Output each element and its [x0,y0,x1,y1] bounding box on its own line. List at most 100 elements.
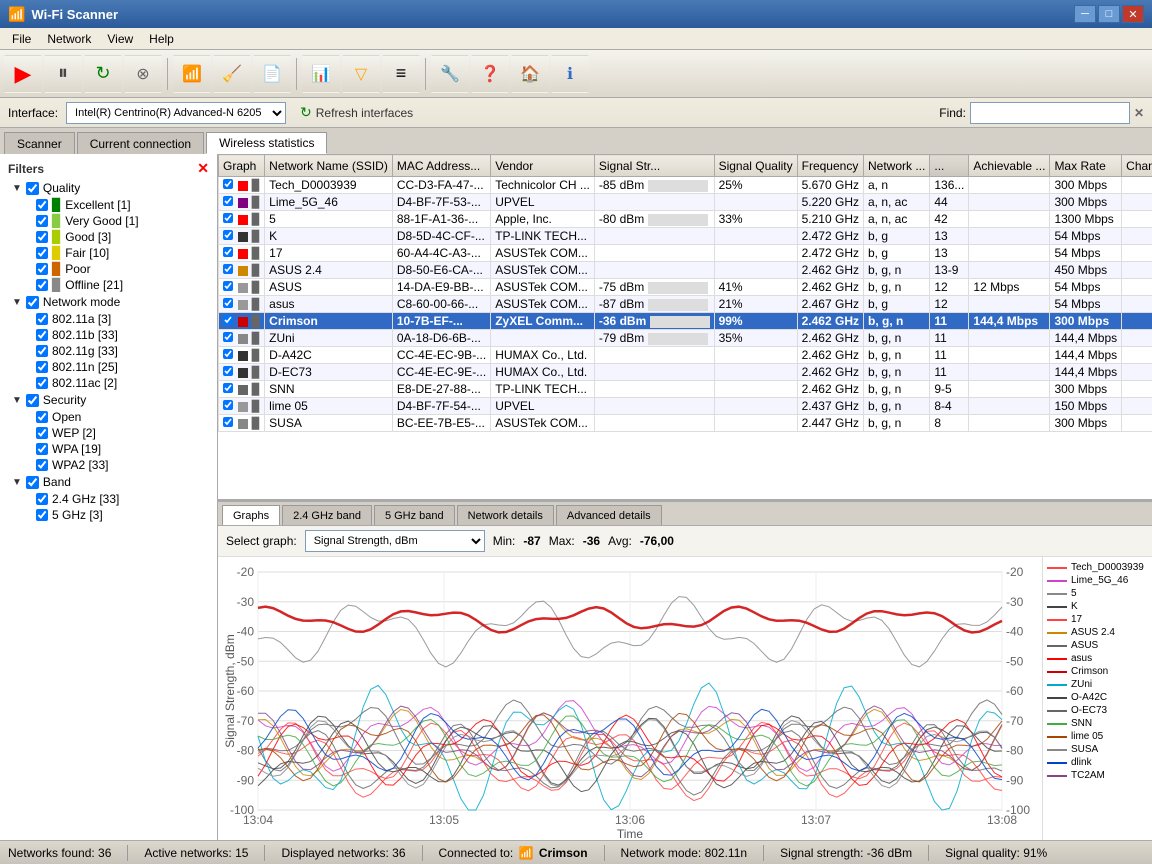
mode-n-checkbox[interactable] [36,361,48,373]
status-bar: Networks found: 36 Active networks: 15 D… [0,840,1152,864]
table-row[interactable]: ▉ ASUS 14-DA-E9-BB-... ASUSTek COM... -7… [219,279,1152,296]
find-clear-button[interactable]: ✕ [1134,106,1144,120]
tab-scanner[interactable]: Scanner [4,132,75,154]
col-channel[interactable]: Chan [1122,155,1152,177]
table-row[interactable]: ▉ ZUni 0A-18-D6-6B-... -79 dBm 35% 2.462… [219,330,1152,347]
table-row[interactable]: ▉ D-A42C CC-4E-EC-9B-... HUMAX Co., Ltd.… [219,347,1152,364]
mode-b-checkbox[interactable] [36,329,48,341]
menu-network[interactable]: Network [39,30,99,48]
col-network-mode[interactable]: Network ... [864,155,930,177]
signal-strength-button[interactable]: 📶 [173,55,211,93]
filter-close-button[interactable]: ✕ [197,160,209,177]
fair-checkbox[interactable] [36,247,48,259]
cell-channel [1122,245,1152,262]
table-row[interactable]: ▉ asus C8-60-00-66-... ASUSTek COM... -8… [219,296,1152,313]
cell-col8: 44 [930,194,969,211]
data-table[interactable]: Graph Network Name (SSID) MAC Address...… [218,154,1152,500]
cell-achievable [969,262,1050,279]
close-button[interactable]: ✕ [1122,5,1144,23]
col-signal-quality[interactable]: Signal Quality [714,155,797,177]
table-row[interactable]: ▉ K D8-5D-4C-CF-... TP-LINK TECH... 2.47… [219,228,1152,245]
mode-ac-checkbox[interactable] [36,377,48,389]
col-vendor[interactable]: Vendor [491,155,595,177]
menu-view[interactable]: View [99,30,141,48]
stop-button[interactable]: ⊗ [124,55,162,93]
col-signal-str[interactable]: Signal Str... [594,155,714,177]
mode-a-checkbox[interactable] [36,313,48,325]
table-row[interactable]: ▉ lime 05 D4-BF-7F-54-... UPVEL 2.437 GH… [219,398,1152,415]
offline-checkbox[interactable] [36,279,48,291]
col-sort[interactable]: ... [930,155,969,177]
list-button[interactable]: ≡ [382,55,420,93]
maximize-button[interactable]: □ [1098,5,1120,23]
graph-tab-graphs[interactable]: Graphs [222,505,280,525]
band-5ghz-checkbox[interactable] [36,509,48,521]
col-graph[interactable]: Graph [219,155,265,177]
open-checkbox[interactable] [36,411,48,423]
band-checkbox[interactable] [26,476,39,489]
filter-button[interactable]: ▽ [342,55,380,93]
app-icon: 📶 [8,6,25,23]
cell-network-mode: b, g, n [864,262,930,279]
tab-wireless-statistics[interactable]: Wireless statistics [206,132,327,154]
minimize-button[interactable]: ─ [1074,5,1096,23]
home-button[interactable]: 🏠 [511,55,549,93]
band-header[interactable]: ▼ Band [12,473,213,491]
interface-select[interactable]: Intel(R) Centrino(R) Advanced-N 6205 [66,102,286,124]
find-input[interactable] [970,102,1130,124]
tab-bar: Scanner Current connection Wireless stat… [0,128,1152,154]
cell-max-rate: 54 Mbps [1050,228,1122,245]
graph-tab-5ghz[interactable]: 5 GHz band [374,505,455,525]
table-row[interactable]: ▉ ASUS 2.4 D8-50-E6-CA-... ASUSTek COM..… [219,262,1152,279]
col-max-rate[interactable]: Max Rate [1050,155,1122,177]
help-button[interactable]: ❓ [471,55,509,93]
col-ssid[interactable]: Network Name (SSID) [265,155,393,177]
cell-ssid: asus [265,296,393,313]
svg-text:-30: -30 [237,595,255,609]
tab-current-connection[interactable]: Current connection [77,132,204,154]
wpa2-checkbox[interactable] [36,459,48,471]
graph-tab-advanced[interactable]: Advanced details [556,505,662,525]
table-row[interactable]: ▉ SUSA BC-EE-7B-E5-... ASUSTek COM... 2.… [219,415,1152,432]
poor-checkbox[interactable] [36,263,48,275]
cell-frequency: 5.670 GHz [797,177,863,194]
info-button[interactable]: ℹ [551,55,589,93]
mode-g-checkbox[interactable] [36,345,48,357]
menu-help[interactable]: Help [141,30,182,48]
wep-checkbox[interactable] [36,427,48,439]
excellent-checkbox[interactable] [36,199,48,211]
table-row[interactable]: ▉ 5 88-1F-A1-36-... Apple, Inc. -80 dBm … [219,211,1152,228]
security-header[interactable]: ▼ Security [12,391,213,409]
graph-tab-24ghz[interactable]: 2.4 GHz band [282,505,372,525]
wpa-checkbox[interactable] [36,443,48,455]
pause-button[interactable]: ⏸ [44,55,82,93]
col-achievable[interactable]: Achievable ... [969,155,1050,177]
quality-checkbox[interactable] [26,182,39,195]
tools-button[interactable]: 🔧 [431,55,469,93]
col-mac[interactable]: MAC Address... [392,155,490,177]
stats-button[interactable]: 📊 [302,55,340,93]
graph-type-select[interactable]: Signal Strength, dBm [305,530,485,552]
refresh-button[interactable]: ↻ [84,55,122,93]
table-row[interactable]: ▉ Crimson 10-7B-EF-... ZyXEL Comm... -36… [219,313,1152,330]
security-checkbox[interactable] [26,394,39,407]
table-row[interactable]: ▉ 17 60-A4-4C-A3-... ASUSTek COM... 2.47… [219,245,1152,262]
clear-button[interactable]: 🧹 [213,55,251,93]
very-good-checkbox[interactable] [36,215,48,227]
scan-button[interactable]: ▶ [4,55,42,93]
table-row[interactable]: ▉ D-EC73 CC-4E-EC-9E-... HUMAX Co., Ltd.… [219,364,1152,381]
quality-header[interactable]: ▼ Quality [12,179,213,197]
col-frequency[interactable]: Frequency [797,155,863,177]
good-checkbox[interactable] [36,231,48,243]
table-row[interactable]: ▉ Lime_5G_46 D4-BF-7F-53-... UPVEL 5.220… [219,194,1152,211]
refresh-interfaces-button[interactable]: ↻ Refresh interfaces [294,102,419,123]
network-mode-checkbox[interactable] [26,296,39,309]
table-row[interactable]: ▉ Tech_D0003939 CC-D3-FA-47-... Technico… [219,177,1152,194]
network-mode-header[interactable]: ▼ Network mode [12,293,213,311]
menu-file[interactable]: File [4,30,39,48]
export-button[interactable]: 📄 [253,55,291,93]
band-2ghz-checkbox[interactable] [36,493,48,505]
table-row[interactable]: ▉ SNN E8-DE-27-88-... TP-LINK TECH... 2.… [219,381,1152,398]
graph-tab-network-details[interactable]: Network details [457,505,554,525]
cell-vendor [491,330,595,347]
